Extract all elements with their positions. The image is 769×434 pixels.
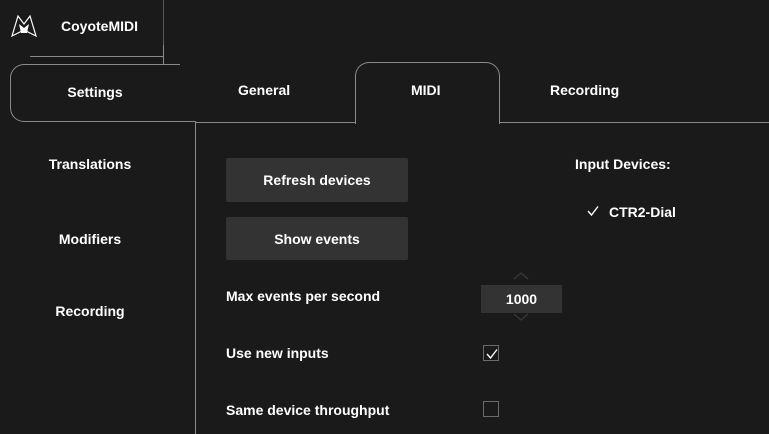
use-new-inputs-label: Use new inputs <box>226 345 329 361</box>
sidebar-divider-top <box>163 45 164 64</box>
title-bar: CoyoteMIDI <box>0 0 769 45</box>
same-device-label: Same device throughput <box>226 402 390 418</box>
tab-midi-label[interactable]: MIDI <box>411 82 441 98</box>
spin-down-icon[interactable] <box>512 313 530 321</box>
device-name-ctr2-dial: CTR2-Dial <box>609 204 676 220</box>
tab-general[interactable]: General <box>238 82 290 98</box>
tabbar-line-right <box>500 122 769 123</box>
same-device-checkbox[interactable] <box>483 401 499 417</box>
sidebar-item-settings-label[interactable]: Settings <box>0 84 190 100</box>
tab-recording[interactable]: Recording <box>550 82 619 98</box>
coyote-logo-icon <box>11 14 37 38</box>
title-divider <box>163 0 164 45</box>
app-title: CoyoteMIDI <box>61 18 138 34</box>
use-new-inputs-checkbox[interactable] <box>483 345 499 361</box>
sidebar-item-modifiers[interactable]: Modifiers <box>0 231 180 247</box>
device-checkbox-ctr2-dial[interactable] <box>585 203 601 219</box>
sidebar-tab-top-line <box>30 56 163 57</box>
max-events-label: Max events per second <box>226 288 381 304</box>
input-devices-title: Input Devices: <box>575 156 671 172</box>
max-events-spinbox[interactable]: 1000 <box>481 285 562 313</box>
sidebar-item-translations[interactable]: Translations <box>0 156 180 172</box>
tabbar-line-left <box>195 122 355 123</box>
sidebar-item-recording[interactable]: Recording <box>0 303 180 319</box>
sidebar-divider <box>195 121 196 434</box>
check-icon <box>587 206 599 217</box>
refresh-devices-button[interactable]: Refresh devices <box>226 158 408 202</box>
show-events-button[interactable]: Show events <box>226 217 408 260</box>
spin-up-icon[interactable] <box>512 272 530 280</box>
check-icon <box>486 349 498 360</box>
sidebar-connector <box>180 121 195 122</box>
